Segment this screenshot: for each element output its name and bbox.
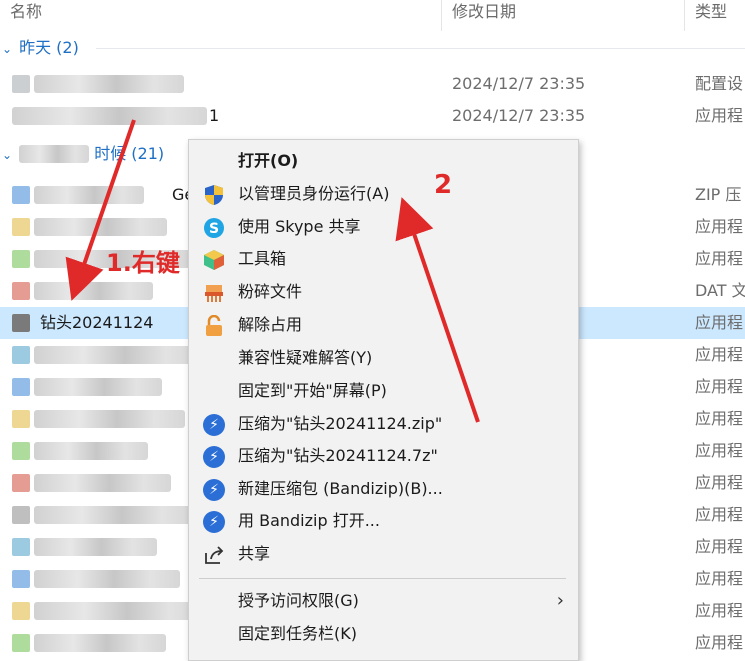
annotation-step2: 2 — [434, 170, 453, 200]
annotation-arrows — [65, 119, 480, 423]
arrow-step2 — [395, 197, 480, 423]
annotation-step1: 1.右键 — [106, 249, 180, 277]
